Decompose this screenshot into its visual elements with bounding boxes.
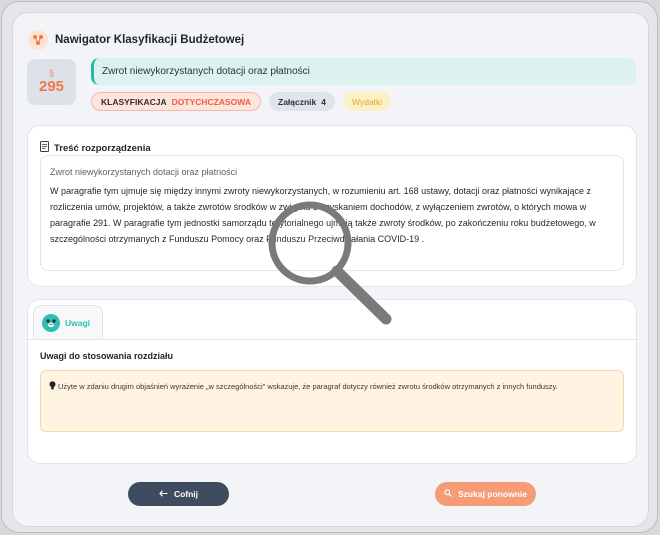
search-again-button[interactable]: Szukaj ponownie <box>435 482 536 506</box>
search-icon <box>444 489 452 499</box>
app-header: Nawigator Klasyfikacji Budżetowej <box>28 30 244 50</box>
attachment-badge: Załącznik 4 <box>269 92 336 111</box>
notes-title: Uwagi do stosowania rozdziału <box>40 351 174 361</box>
arrow-left-icon <box>159 489 168 499</box>
tab-divider <box>28 339 636 340</box>
note-text: Użyte w zdaniu drugim objaśnień wyrażeni… <box>58 382 558 391</box>
lightbulb-icon <box>49 380 56 396</box>
classification-value: DOTYCHCZASOWA <box>171 96 251 107</box>
classification-label: KLASYFIKACJA <box>101 96 167 107</box>
regulation-title: Treść rozporządzenia <box>54 142 151 154</box>
paragraph-number: 295 <box>38 78 65 95</box>
expenses-badge: Wydatki <box>343 92 392 111</box>
paw-icon <box>42 313 60 332</box>
magnifier-icon <box>268 201 392 325</box>
tab-notes-label: Uwagi <box>65 317 91 328</box>
classification-badge: KLASYFIKACJA DOTYCHCZASOWA <box>91 92 261 111</box>
tab-notes[interactable]: Uwagi <box>33 305 103 339</box>
paragraph-symbol: § <box>48 68 54 78</box>
attachment-label: Załącznik <box>278 96 317 107</box>
share-nodes-icon <box>28 30 48 50</box>
back-button-label: Cofnij <box>173 489 199 499</box>
note-box: Użyte w zdaniu drugim objaśnień wyrażeni… <box>40 370 624 432</box>
badge-row: KLASYFIKACJA DOTYCHCZASOWA Załącznik 4 W… <box>91 92 392 111</box>
regulation-subtitle: Zwrot niewykorzystanych dotacji oraz pła… <box>50 167 238 177</box>
search-again-button-label: Szukaj ponownie <box>458 489 527 499</box>
app-title: Nawigator Klasyfikacji Budżetowej <box>55 34 245 46</box>
paragraph-title: Zwrot niewykorzystanych dotacji oraz pła… <box>91 58 636 85</box>
back-button[interactable]: Cofnij <box>128 482 229 506</box>
attachment-value: 4 <box>321 96 327 107</box>
paragraph-number-box: § 295 <box>27 59 76 105</box>
